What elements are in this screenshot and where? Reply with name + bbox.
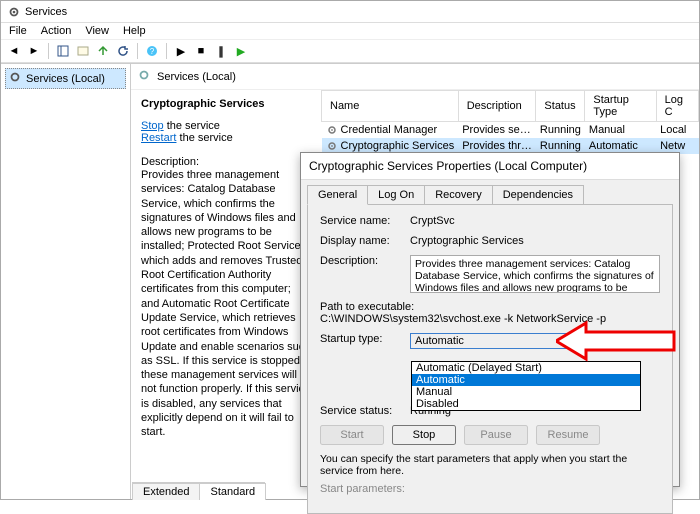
export-button[interactable] [94,42,112,60]
option-delayed[interactable]: Automatic (Delayed Start) [412,362,640,374]
startup-type-dropdown[interactable]: Automatic (Delayed Start) Automatic Manu… [411,361,641,411]
dialog-title[interactable]: Cryptographic Services Properties (Local… [301,153,679,180]
restart-service-button[interactable]: ▶ [232,42,250,60]
tab-general[interactable]: General [307,185,368,205]
separator [137,43,138,59]
menu-action[interactable]: Action [41,25,72,37]
label-service-name: Service name: [320,215,410,227]
start-service-button[interactable]: ▶ [172,42,190,60]
tab-extended[interactable]: Extended [132,483,200,500]
label-start-params: Start parameters: [320,483,410,495]
label-startup-type: Startup type: [320,333,410,345]
tree-root-label: Services (Local) [26,73,105,85]
label-path: Path to executable: [320,301,660,313]
menubar: File Action View Help [1,23,699,40]
bottom-tabs: Extended Standard [132,482,265,500]
tab-standard[interactable]: Standard [199,483,266,500]
tab-logon[interactable]: Log On [367,185,425,205]
hint-text: You can specify the start parameters tha… [320,453,660,477]
desc-heading: Description: [141,156,311,168]
option-disabled[interactable]: Disabled [412,398,640,410]
menu-view[interactable]: View [85,25,109,37]
menu-help[interactable]: Help [123,25,146,37]
stop-service-button[interactable]: ■ [192,42,210,60]
dialog-tabs: General Log On Recovery Dependencies [301,180,679,204]
services-icon [137,68,151,85]
option-automatic[interactable]: Automatic [412,374,640,386]
toolbar: ◄ ► ? ▶ ■ ∥ ▶ [1,40,699,63]
properties-dialog[interactable]: Cryptographic Services Properties (Local… [300,152,680,487]
properties-button[interactable] [74,42,92,60]
col-startup[interactable]: Startup Type [585,91,656,122]
dialog-body: Service name: CryptSvc Display name: Cry… [307,204,673,514]
start-button: Start [320,425,384,445]
tree-item-services-local[interactable]: Services (Local) [5,68,126,89]
refresh-button[interactable] [114,42,132,60]
stop-link[interactable]: Stop [141,120,164,132]
service-actions: Stop the service Restart the service [141,120,311,144]
col-log[interactable]: Log C [656,91,698,122]
tab-dependencies[interactable]: Dependencies [492,185,584,205]
value-service-name: CryptSvc [410,215,455,227]
show-hide-tree-button[interactable] [54,42,72,60]
separator [48,43,49,59]
window-title: Services [25,6,67,18]
col-status[interactable]: Status [536,91,585,122]
option-manual[interactable]: Manual [412,386,640,398]
service-row[interactable]: Credential ManagerProvides se…RunningMan… [322,122,699,139]
detail-header: Services (Local) [131,64,699,90]
restart-link[interactable]: Restart [141,132,176,144]
resume-button: Resume [536,425,600,445]
restart-suffix: the service [176,132,232,144]
tab-recovery[interactable]: Recovery [424,185,492,205]
stop-suffix: the service [164,120,220,132]
titlebar[interactable]: Services [1,1,699,23]
col-desc[interactable]: Description [458,91,536,122]
col-name[interactable]: Name [322,91,459,122]
separator [166,43,167,59]
desc-text: Provides three management services: Cata… [141,168,311,440]
value-path: C:\WINDOWS\system32\svchost.exe -k Netwo… [320,313,660,325]
control-buttons: Start Stop Pause Resume [320,425,660,445]
startup-type-select[interactable]: Automatic [410,333,660,349]
value-display-name: Cryptographic Services [410,235,524,247]
tree-pane: Services (Local) [1,64,131,499]
forward-button[interactable]: ► [25,42,43,60]
selected-service-name: Cryptographic Services [141,98,311,110]
menu-file[interactable]: File [9,25,27,37]
svg-text:?: ? [150,47,155,56]
label-display-name: Display name: [320,235,410,247]
help-button[interactable]: ? [143,42,161,60]
services-icon [8,70,22,87]
header-row: Name Description Status Startup Type Log… [322,91,699,122]
label-description: Description: [320,255,410,267]
label-service-status: Service status: [320,405,410,417]
detail-header-label: Services (Local) [157,71,236,83]
services-icon [7,5,21,19]
stop-button[interactable]: Stop [392,425,456,445]
pause-service-button[interactable]: ∥ [212,42,230,60]
value-description[interactable]: Provides three management services: Cata… [410,255,660,293]
back-button[interactable]: ◄ [5,42,23,60]
description-pane: Cryptographic Services Stop the service … [131,90,321,499]
pause-button: Pause [464,425,528,445]
